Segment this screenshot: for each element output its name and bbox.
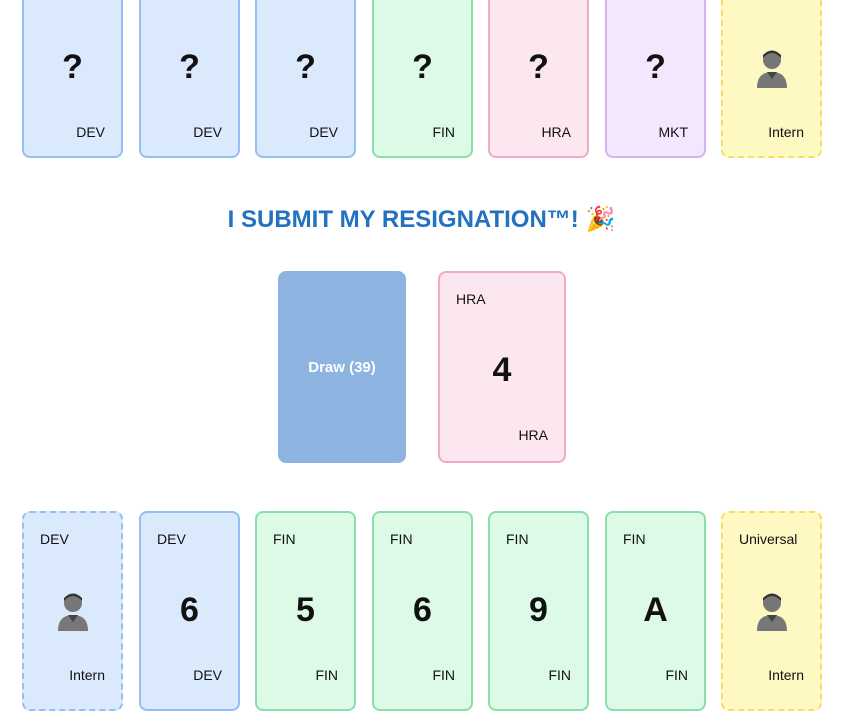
- intern-icon: [756, 50, 787, 88]
- card-type-label: Intern: [69, 667, 105, 683]
- opponent-hand: ? DEV ? DEV ? DEV ? FIN ? HRA ? MKT Inte…: [0, 0, 843, 158]
- player-card[interactable]: FIN 5 FIN: [255, 511, 356, 711]
- card-value: 5: [296, 591, 315, 629]
- card-value: 6: [180, 591, 199, 629]
- game-title: I SUBMIT MY RESIGNATION™! 🎉: [0, 205, 843, 234]
- player-card[interactable]: FIN 9 FIN: [488, 511, 589, 711]
- card-dept-label: FIN: [315, 667, 338, 683]
- hidden-value: ?: [528, 48, 549, 86]
- hidden-value: ?: [62, 48, 83, 86]
- card-dept-label: FIN: [390, 531, 413, 547]
- hidden-value: ?: [179, 48, 200, 86]
- opponent-card: ? FIN: [372, 0, 473, 158]
- draw-pile-label: Draw (39): [308, 358, 376, 376]
- player-card[interactable]: DEV 6 DEV: [139, 511, 240, 711]
- card-value: 6: [413, 591, 432, 629]
- player-card[interactable]: DEV Intern: [22, 511, 123, 711]
- player-card[interactable]: Universal Intern: [721, 511, 822, 711]
- opponent-card: ? DEV: [139, 0, 240, 158]
- player-card[interactable]: FIN A FIN: [605, 511, 706, 711]
- card-dept-label: DEV: [40, 531, 69, 547]
- card-value: 9: [529, 591, 548, 629]
- card-value: 4: [492, 351, 512, 389]
- hidden-value: ?: [645, 48, 666, 86]
- card-dept-label: HRA: [541, 124, 571, 140]
- card-dept-label: DEV: [157, 531, 186, 547]
- card-dept-label: FIN: [432, 667, 455, 683]
- hidden-value: ?: [412, 48, 433, 86]
- card-type-label: Intern: [768, 667, 804, 683]
- card-dept-label: Universal: [739, 531, 798, 547]
- card-dept-label: MKT: [658, 124, 688, 140]
- card-dept-label: DEV: [76, 124, 105, 140]
- draw-pile-button[interactable]: Draw (39): [278, 271, 406, 463]
- card-dept-label: FIN: [665, 667, 688, 683]
- opponent-card: Intern: [721, 0, 822, 158]
- card-dept-label: HRA: [518, 427, 548, 443]
- party-popper-icon: 🎉: [585, 206, 616, 233]
- title-text: I SUBMIT MY RESIGNATION™!: [227, 206, 579, 233]
- player-hand: DEV Intern DEV 6 DEV FIN 5 FIN FIN 6 FIN…: [0, 511, 843, 711]
- intern-icon: [756, 593, 787, 631]
- card-dept-label: DEV: [193, 124, 222, 140]
- discard-pile: HRA 4 HRA: [438, 271, 566, 463]
- card-value: A: [643, 591, 668, 629]
- card-dept-label: FIN: [548, 667, 571, 683]
- card-dept-label: HRA: [456, 291, 486, 307]
- opponent-card: ? DEV: [22, 0, 123, 158]
- card-dept-label: FIN: [273, 531, 296, 547]
- card-dept-label: FIN: [623, 531, 646, 547]
- card-dept-label: DEV: [193, 667, 222, 683]
- hidden-value: ?: [295, 48, 316, 86]
- opponent-card: ? DEV: [255, 0, 356, 158]
- card-dept-label: FIN: [432, 124, 455, 140]
- card-dept-label: DEV: [309, 124, 338, 140]
- card-dept-label: Intern: [768, 124, 804, 140]
- card-dept-label: FIN: [506, 531, 529, 547]
- intern-icon: [57, 593, 88, 631]
- player-card[interactable]: FIN 6 FIN: [372, 511, 473, 711]
- opponent-card: ? MKT: [605, 0, 706, 158]
- opponent-card: ? HRA: [488, 0, 589, 158]
